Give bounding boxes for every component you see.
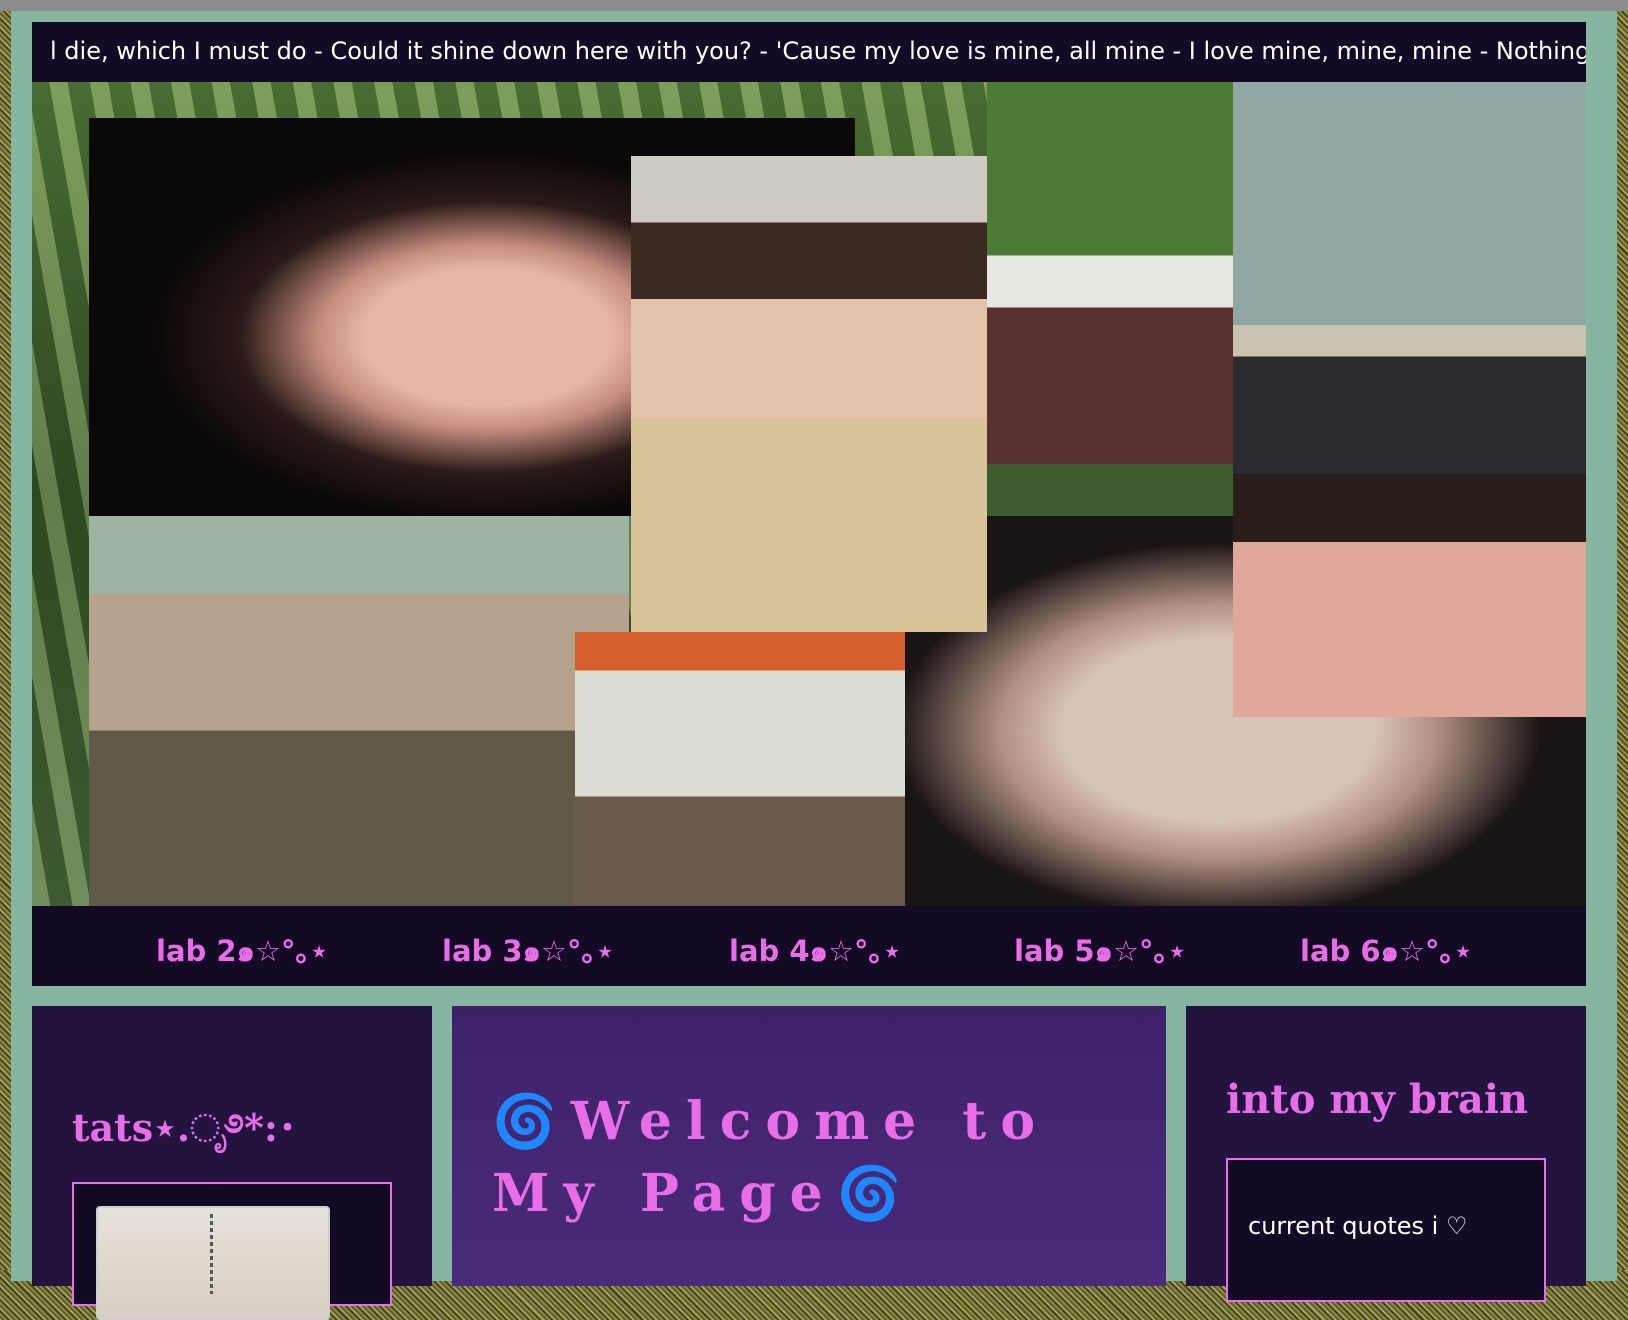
collage-photo-car — [631, 156, 987, 632]
marquee-text: l die, which I must do - Could it shine … — [50, 37, 1586, 65]
nav-link-lab-3[interactable]: lab 3๑☆°｡⋆ — [442, 928, 614, 974]
quotes-box: current quotes i ♡ — [1226, 1158, 1546, 1302]
welcome-panel: 🌀Welcome to My Page🌀 — [452, 1006, 1166, 1286]
collage-photo-seaside — [1233, 82, 1586, 474]
collage-photo-vegetables — [987, 82, 1233, 516]
tats-heading: tats⋆.ೃ࿔*:･ — [72, 1105, 297, 1150]
lab-nav-bar: lab 2๑☆°｡⋆ lab 3๑☆°｡⋆ lab 4๑☆°｡⋆ lab 5๑☆… — [32, 906, 1586, 986]
nav-link-lab-6[interactable]: lab 6๑☆°｡⋆ — [1300, 928, 1472, 974]
tats-gallery-box — [72, 1182, 392, 1320]
nav-link-lab-5[interactable]: lab 5๑☆°｡⋆ — [1014, 928, 1186, 974]
quotes-label: current quotes i ♡ — [1248, 1212, 1468, 1240]
collage-photo-eyes — [1233, 474, 1586, 717]
lyrics-marquee: l die, which I must do - Could it shine … — [32, 22, 1586, 82]
tats-panel: tats⋆.ೃ࿔*:･ — [32, 1006, 432, 1320]
brain-heading: into my brain — [1226, 1076, 1529, 1123]
collage-photo-room — [575, 632, 905, 906]
tattoo-ink-mark — [210, 1214, 213, 1294]
nav-link-lab-4[interactable]: lab 4๑☆°｡⋆ — [729, 928, 901, 974]
photo-collage — [32, 82, 1586, 906]
tattoo-photo[interactable] — [96, 1206, 330, 1320]
collage-photo-sitting — [89, 516, 629, 906]
welcome-heading: 🌀Welcome to My Page🌀 — [492, 1091, 1049, 1224]
browser-top-bar — [0, 0, 1628, 11]
brain-panel: into my brain current quotes i ♡ — [1186, 1006, 1586, 1302]
nav-link-lab-2[interactable]: lab 2๑☆°｡⋆ — [156, 928, 328, 974]
